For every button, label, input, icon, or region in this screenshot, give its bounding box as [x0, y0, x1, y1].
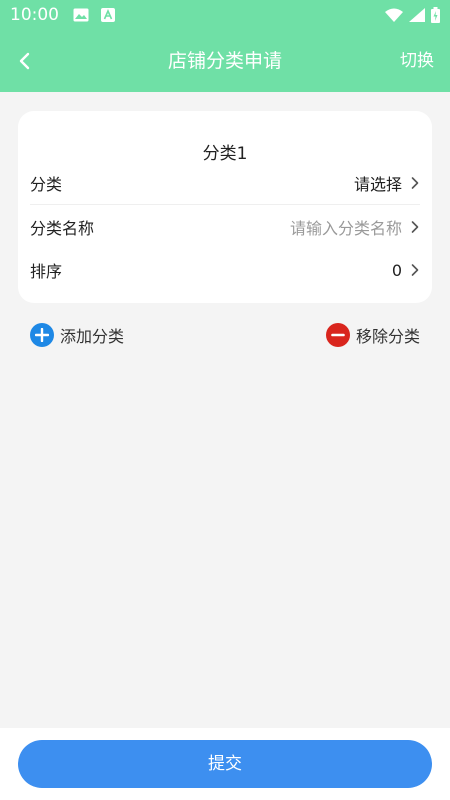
plus-circle-icon [30, 323, 54, 347]
sort-order-label: 排序 [30, 262, 63, 281]
category-label: 分类 [30, 175, 63, 194]
navigation-bar: 店铺分类申请 切换 [0, 30, 450, 92]
chevron-right-icon [411, 177, 419, 189]
status-system-icons [385, 7, 440, 23]
chevron-right-icon [411, 221, 419, 233]
minus-circle-icon [325, 323, 350, 347]
row-divider [30, 204, 420, 205]
category-select-value[interactable]: 请选择 [354, 171, 402, 195]
signal-icon [409, 8, 425, 22]
submit-button[interactable]: 提交 [18, 740, 432, 788]
category-card-title: 分类1 [202, 144, 248, 164]
status-bar: 10:00 [0, 0, 450, 30]
category-name-label: 分类名称 [30, 219, 95, 238]
remove-category-button[interactable]: 移除分类 [325, 322, 420, 348]
bottom-bar: 提交 [0, 728, 450, 800]
chevron-left-icon[interactable] [12, 47, 40, 75]
status-time: 10:00 [10, 5, 59, 25]
sort-order-value[interactable]: 0 [392, 261, 402, 280]
status-notification-icons [73, 8, 115, 22]
battery-icon [431, 7, 440, 23]
category-card: 分类1 分类 请选择 分类名称 请输入分类名称 排序 0 [18, 111, 432, 303]
category-name-input[interactable]: 请输入分类名称 [290, 215, 402, 239]
category-select-row[interactable]: 分类 请选择 [30, 162, 420, 204]
switch-button[interactable]: 切换 [400, 30, 434, 92]
add-category-label: 添加分类 [60, 327, 125, 346]
page-title: 店铺分类申请 [167, 50, 282, 72]
remove-category-label: 移除分类 [355, 327, 420, 346]
add-category-button[interactable]: 添加分类 [30, 322, 124, 348]
font-a-icon [101, 8, 115, 22]
image-icon [73, 8, 89, 22]
chevron-right-icon [411, 264, 419, 276]
wifi-icon [385, 8, 403, 22]
category-name-row[interactable]: 分类名称 请输入分类名称 [30, 206, 420, 248]
sort-order-row[interactable]: 排序 0 [30, 249, 420, 291]
